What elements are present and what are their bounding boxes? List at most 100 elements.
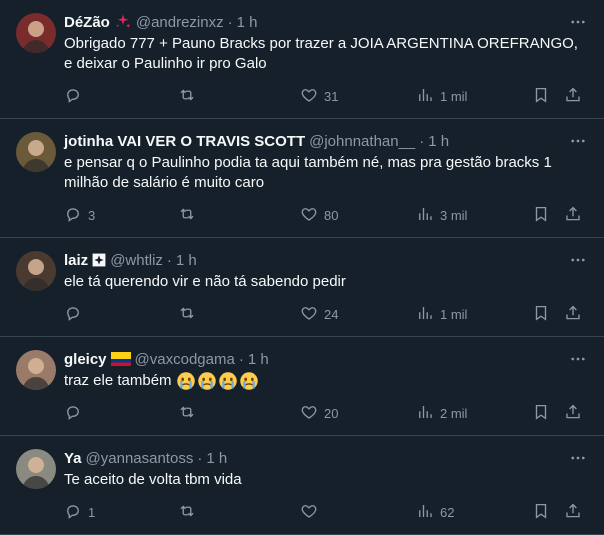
views-chart-icon xyxy=(416,403,434,424)
avatar[interactable] xyxy=(16,350,56,390)
avatar[interactable] xyxy=(16,13,56,53)
timestamp[interactable]: 1 h xyxy=(248,351,269,368)
view-count: 1 mil xyxy=(440,306,468,322)
retweet-icon xyxy=(178,502,196,523)
display-name[interactable]: laiz xyxy=(64,252,88,269)
like-button[interactable]: 24 xyxy=(300,304,338,325)
reply-button[interactable] xyxy=(64,86,88,107)
like-button[interactable]: 20 xyxy=(300,403,338,424)
timestamp[interactable]: 1 h xyxy=(206,450,227,467)
user-handle[interactable]: @yannasantoss xyxy=(86,450,194,467)
more-options-icon[interactable] xyxy=(568,349,588,369)
reply-button[interactable]: 3 xyxy=(64,205,95,226)
avatar[interactable] xyxy=(16,251,56,291)
tweet-actions: 3 80 3 mil xyxy=(64,205,588,225)
bookmark-icon xyxy=(532,304,550,325)
separator-dot: · xyxy=(166,251,172,269)
views-chart-icon xyxy=(416,304,434,325)
retweet-icon xyxy=(178,86,196,107)
timestamp[interactable]: 1 h xyxy=(428,133,449,150)
reply-icon xyxy=(64,205,82,226)
sparkle-badge xyxy=(114,13,132,31)
retweet-button[interactable] xyxy=(178,205,202,226)
timestamp[interactable]: 1 h xyxy=(176,252,197,269)
avatar[interactable] xyxy=(16,449,56,490)
bookmark-button[interactable] xyxy=(532,205,550,226)
tweet-header: gleicy @vaxcodgama · 1 h xyxy=(64,349,588,369)
heart-icon xyxy=(300,502,318,523)
tweet[interactable]: jotinha VAI VER O TRAVIS SCOTT @johnnatha… xyxy=(0,119,604,238)
reply-count: 3 xyxy=(88,207,96,223)
retweet-icon xyxy=(178,304,196,325)
share-button[interactable] xyxy=(564,86,582,107)
more-options-icon[interactable] xyxy=(568,12,588,32)
colombia-flag-badge xyxy=(110,352,131,366)
separator-dot: · xyxy=(227,13,233,31)
like-count: 31 xyxy=(324,88,339,104)
like-button[interactable] xyxy=(300,502,324,523)
user-handle[interactable]: @whtliz xyxy=(110,252,163,269)
bookmark-button[interactable] xyxy=(532,304,550,325)
user-handle[interactable]: @johnnathan__ xyxy=(309,133,415,150)
display-name[interactable]: gleicy xyxy=(64,351,107,368)
bookmark-button[interactable] xyxy=(532,403,550,424)
heart-icon xyxy=(300,304,318,325)
share-button[interactable] xyxy=(564,304,582,325)
reply-button[interactable]: 1 xyxy=(64,502,95,523)
tweet-actions: 24 1 mil xyxy=(64,304,588,324)
tweet[interactable]: gleicy @vaxcodgama · 1 h traz ele também 20 2… xyxy=(0,337,604,437)
bookmark-button[interactable] xyxy=(532,502,550,523)
share-button[interactable] xyxy=(564,403,582,424)
tweet-header: Ya @yannasantoss · 1 h xyxy=(64,448,588,468)
bookmark-icon xyxy=(532,403,550,424)
like-count: 24 xyxy=(324,306,339,322)
views-button[interactable]: 62 xyxy=(416,502,454,523)
tweet-text: e pensar q o Paulinho podia ta aqui tamb… xyxy=(64,154,552,191)
share-icon xyxy=(564,304,582,325)
tweet-header: jotinha VAI VER O TRAVIS SCOTT @johnnatha… xyxy=(64,131,588,151)
view-count: 3 mil xyxy=(440,207,468,223)
bookmark-icon xyxy=(532,205,550,226)
tweet[interactable]: laiz @whtliz · 1 h ele tá querendo vir e não… xyxy=(0,238,604,337)
timestamp[interactable]: 1 h xyxy=(237,14,258,31)
more-options-icon[interactable] xyxy=(568,131,588,151)
reply-icon xyxy=(64,403,82,424)
more-options-icon[interactable] xyxy=(568,250,588,270)
share-button[interactable] xyxy=(564,205,582,226)
reply-button[interactable] xyxy=(64,403,88,424)
crying-face-emoji xyxy=(176,372,197,390)
tweet[interactable]: DéZão @andrezinxz · 1 h Obrigado 777 + Pauno… xyxy=(0,0,604,119)
reply-button[interactable] xyxy=(64,304,88,325)
heart-icon xyxy=(300,86,318,107)
views-button[interactable]: 1 mil xyxy=(416,86,467,107)
share-icon xyxy=(564,205,582,226)
views-button[interactable]: 1 mil xyxy=(416,304,467,325)
tweet-text: traz ele também xyxy=(64,371,588,391)
retweet-button[interactable] xyxy=(178,86,202,107)
display-name[interactable]: DéZão xyxy=(64,14,110,31)
retweet-button[interactable] xyxy=(178,403,202,424)
share-button[interactable] xyxy=(564,502,582,523)
tweet[interactable]: Ya @yannasantoss · 1 h Te aceito de volta tb… xyxy=(0,436,604,535)
more-options-icon[interactable] xyxy=(568,448,588,468)
retweet-button[interactable] xyxy=(178,304,202,325)
views-chart-icon xyxy=(416,86,434,107)
tweet-text: Te aceito de volta tbm vida xyxy=(64,471,242,489)
views-button[interactable]: 3 mil xyxy=(416,205,467,226)
views-chart-icon xyxy=(416,502,434,523)
views-button[interactable]: 2 mil xyxy=(416,403,467,424)
bookmark-button[interactable] xyxy=(532,86,550,107)
tweet-actions: 20 2 mil xyxy=(64,403,588,423)
user-handle[interactable]: @andrezinxz xyxy=(136,14,224,31)
display-name[interactable]: jotinha VAI VER O TRAVIS SCOTT xyxy=(64,133,305,150)
avatar[interactable] xyxy=(16,132,56,172)
display-name[interactable]: Ya xyxy=(64,450,82,467)
like-button[interactable]: 31 xyxy=(300,86,338,107)
user-handle[interactable]: @vaxcodgama xyxy=(135,351,235,368)
retweet-icon xyxy=(178,403,196,424)
tweet-text: ele tá querendo vir e não tá sabendo ped… xyxy=(64,273,346,290)
retweet-button[interactable] xyxy=(178,502,202,523)
separator-dot: · xyxy=(197,449,203,467)
like-count: 80 xyxy=(324,207,339,223)
like-button[interactable]: 80 xyxy=(300,205,338,226)
